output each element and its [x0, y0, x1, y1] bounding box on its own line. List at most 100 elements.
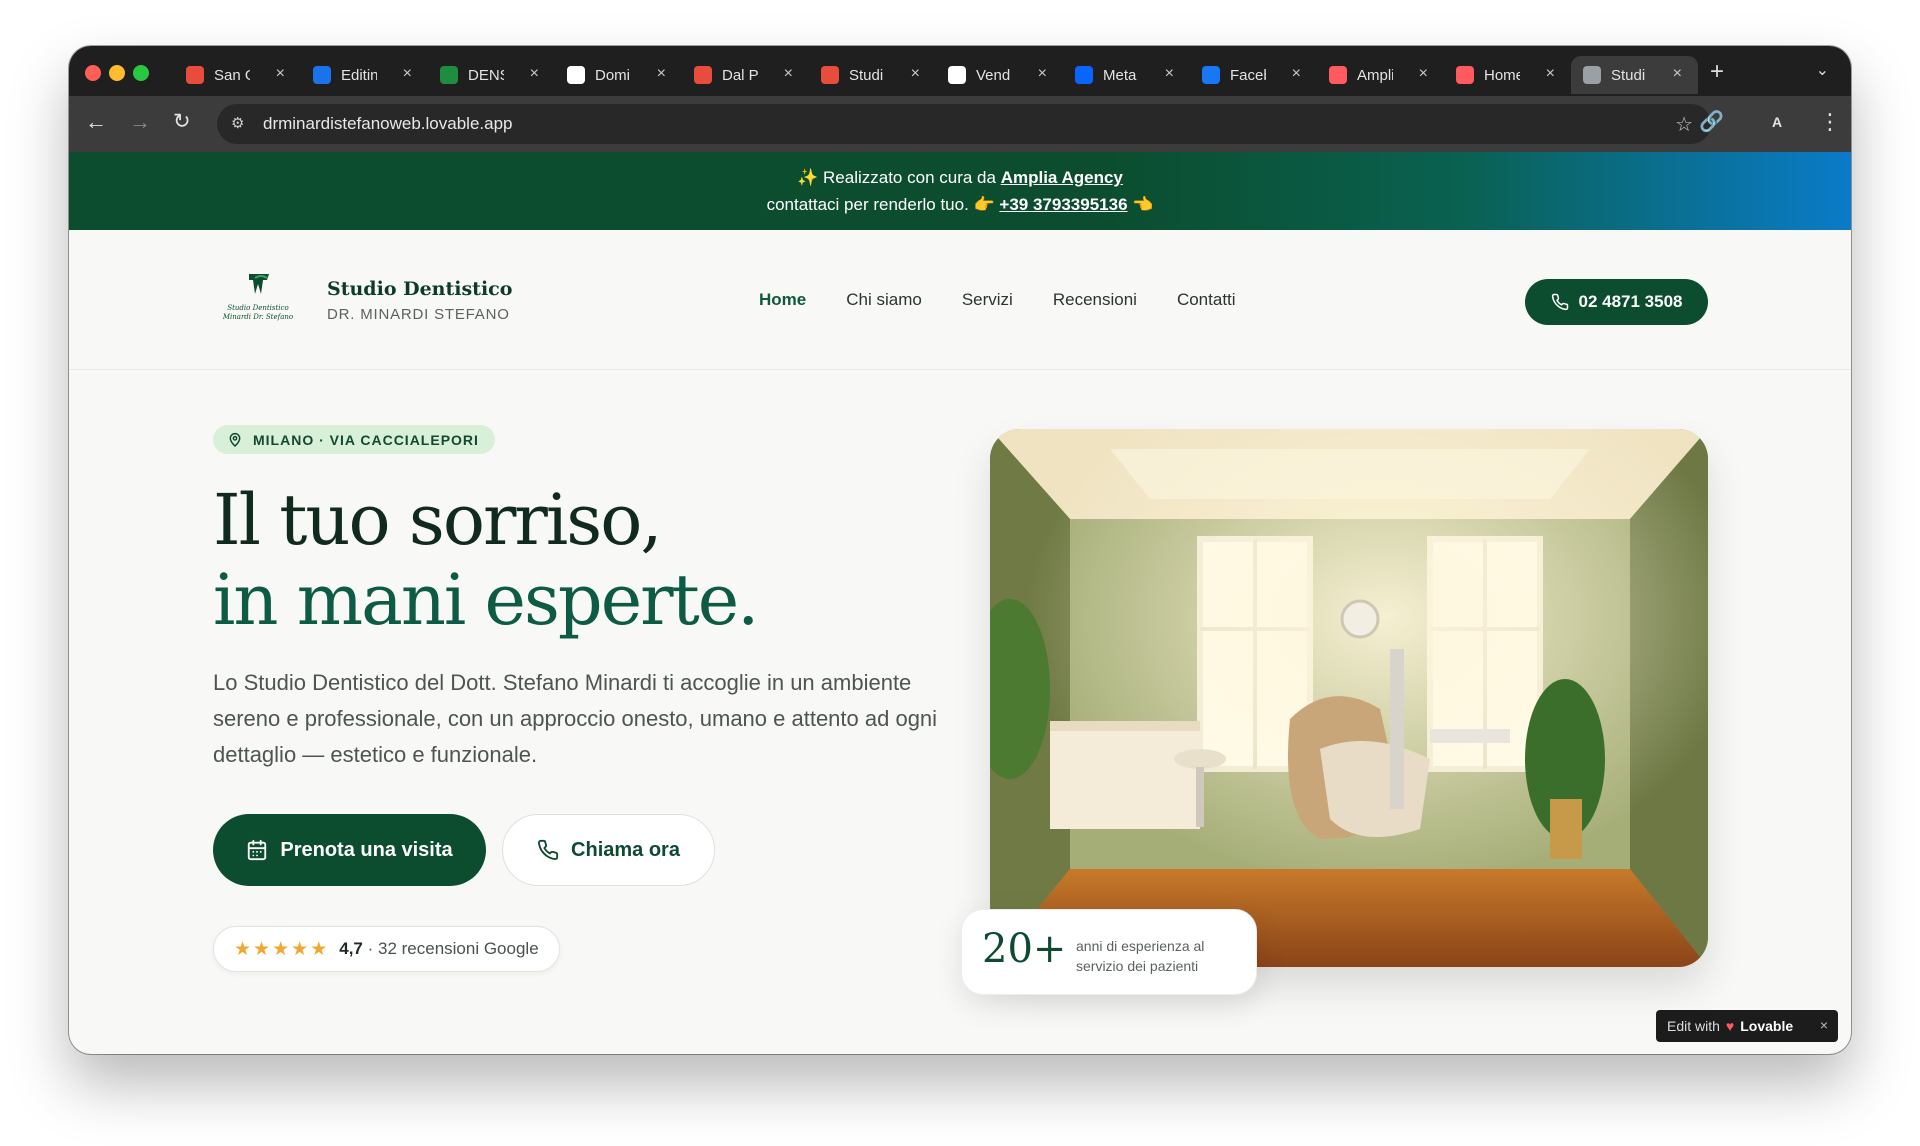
browser-tab[interactable]: San G × — [174, 56, 301, 94]
tab-close-icon[interactable]: × — [1165, 65, 1174, 83]
site-header: Studio Dentistico Minardi Dr. Stefano St… — [69, 230, 1851, 370]
dental-office-image — [990, 429, 1708, 967]
experience-text: anni di esperienza al servizio dei pazie… — [1076, 938, 1205, 974]
logo-text-1: Studio Dentistico — [227, 304, 288, 312]
browser-tab[interactable]: Studi × — [809, 56, 936, 94]
lovable-prefix: Edit with — [1667, 1018, 1720, 1034]
browser-tab[interactable]: Vend × — [936, 56, 1063, 94]
editor-icon — [313, 66, 331, 84]
back-arrow-icon[interactable]: ← — [85, 109, 107, 135]
browser-toolbar: ← → ↻ ⚙ drminardistefanoweb.lovable.app … — [69, 96, 1851, 152]
new-tab-button[interactable]: + — [1710, 58, 1724, 86]
browser-tab[interactable]: Domi × — [555, 56, 682, 94]
rating-count: · 32 recensioni Google — [367, 939, 539, 958]
bookmark-star-icon[interactable]: ☆ — [1675, 112, 1693, 137]
lovable-icon — [1329, 66, 1347, 84]
tabs: San G × Editin × DENS × Domi × Dal P × Studi × Vend ×… — [174, 52, 1698, 96]
browser-tab[interactable]: Dal P × — [682, 56, 809, 94]
main-nav: Home Chi siamo Servizi Recensioni Contat… — [759, 290, 1236, 310]
book-visit-label: Prenota una visita — [280, 838, 453, 861]
tab-close-icon[interactable]: × — [784, 65, 793, 83]
browser-menu-icon[interactable]: ⋮ — [1819, 109, 1841, 135]
browser-tab[interactable]: Faceb × — [1190, 56, 1317, 94]
browser-tab[interactable]: DENS × — [428, 56, 555, 94]
nav-home[interactable]: Home — [759, 290, 806, 310]
tab-title: Studi — [1611, 66, 1646, 84]
url-text[interactable]: drminardistefanoweb.lovable.app — [263, 114, 513, 134]
phone-icon — [1551, 293, 1568, 311]
book-visit-button[interactable]: Prenota una visita — [213, 814, 486, 886]
tab-title: DENS — [468, 66, 504, 84]
header-phone-label: 02 4871 3508 — [1578, 292, 1683, 311]
hero-description: Lo Studio Dentistico del Dott. Stefano M… — [213, 670, 938, 767]
forward-arrow-icon[interactable]: → — [129, 109, 151, 135]
star-icon: ★ — [310, 938, 328, 960]
tab-search-chevron-icon[interactable]: ⌄ — [1816, 60, 1829, 80]
google-rating-badge[interactable]: ★ ★ ★ ★ ★ 4,7 · 32 recensioni Google — [213, 926, 560, 972]
brand-name[interactable]: Studio Dentistico — [327, 278, 512, 300]
browser-tab[interactable]: Ampli × — [1317, 56, 1444, 94]
header-phone-button[interactable]: 02 4871 3508 — [1525, 279, 1708, 325]
location-text: MILANO · VIA CACCIALEPORI — [253, 431, 479, 448]
tab-close-icon[interactable]: × — [1038, 65, 1047, 83]
star-icon: ★ — [253, 938, 271, 960]
edit-with-lovable-badge[interactable]: Edit with ♥ Lovable × — [1656, 1010, 1838, 1042]
browser-tab[interactable]: Studi × — [1571, 56, 1698, 94]
tab-strip: San G × Editin × DENS × Domi × Dal P × Studi × Vend ×… — [69, 46, 1851, 96]
maximize-window-button[interactable] — [133, 65, 149, 81]
call-now-button[interactable]: Chiama ora — [502, 814, 715, 886]
nav-contatti[interactable]: Contatti — [1177, 290, 1236, 310]
tab-close-icon[interactable]: × — [276, 65, 285, 83]
tab-title: Dal P — [722, 66, 758, 84]
tab-close-icon[interactable]: × — [530, 65, 539, 83]
minimize-window-button[interactable] — [109, 65, 125, 81]
tab-close-icon[interactable]: × — [1546, 65, 1555, 83]
meta-icon — [1075, 66, 1093, 84]
logo[interactable]: Studio Dentistico Minardi Dr. Stefano — [219, 270, 297, 330]
address-bar[interactable]: ⚙ drminardistefanoweb.lovable.app ☆ — [217, 104, 1711, 144]
close-window-button[interactable] — [85, 65, 101, 81]
profile-icon[interactable]: A — [1772, 114, 1782, 130]
site-settings-icon[interactable]: ⚙ — [231, 114, 251, 134]
link-icon[interactable]: 🔗 — [1699, 109, 1724, 134]
hero-title: Il tuo sorriso, in mani esperte. — [213, 479, 759, 641]
experience-card: 20+ anni di esperienza al servizio dei p… — [961, 909, 1257, 995]
openai-icon — [948, 66, 966, 84]
nav-recensioni[interactable]: Recensioni — [1053, 290, 1137, 310]
tab-close-icon[interactable]: × — [403, 65, 412, 83]
brand-subtitle: DR. MINARDI STEFANO — [327, 306, 510, 323]
calendar-icon — [248, 839, 267, 861]
agency-link[interactable]: Amplia Agency — [1001, 168, 1123, 187]
location-badge: MILANO · VIA CACCIALEPORI — [213, 425, 495, 454]
browser-window: San G × Editin × DENS × Domi × Dal P × Studi × Vend ×… — [69, 46, 1851, 1054]
browser-tab[interactable]: Editin × — [301, 56, 428, 94]
hero-title-line-1: Il tuo sorriso, — [213, 479, 663, 561]
nav-chi-siamo[interactable]: Chi siamo — [846, 290, 922, 310]
nav-servizi[interactable]: Servizi — [962, 290, 1013, 310]
sparkle-icon: ✨ — [797, 168, 819, 187]
pointing-hand-icon: 👈 — [1132, 195, 1154, 214]
announcement-banner: ✨ Realizzato con cura da Amplia Agency c… — [69, 152, 1851, 230]
hero-title-line-2: in mani esperte. — [213, 559, 759, 641]
reload-icon[interactable]: ↻ — [173, 109, 191, 134]
star-icon: ★ — [234, 938, 252, 960]
tab-close-icon[interactable]: × — [657, 65, 666, 83]
tab-close-icon[interactable]: × — [1673, 65, 1682, 83]
rating-value: 4,7 — [339, 939, 363, 958]
tab-close-icon[interactable]: × — [911, 65, 920, 83]
lovable-heart-icon: ♥ — [1725, 1018, 1735, 1034]
maps-pin-icon — [694, 66, 712, 84]
browser-tab[interactable]: Meta × — [1063, 56, 1190, 94]
tab-close-icon[interactable]: × — [1292, 65, 1301, 83]
map-pin-icon — [229, 432, 241, 447]
tab-title: Faceb — [1230, 66, 1266, 84]
rating-stars: ★ ★ ★ ★ ★ — [234, 938, 327, 961]
close-icon[interactable]: × — [1820, 1017, 1828, 1033]
tab-close-icon[interactable]: × — [1419, 65, 1428, 83]
star-icon: ★ — [291, 938, 309, 960]
tab-title: Meta — [1103, 66, 1137, 84]
banner-phone-link[interactable]: +39 3793395136 — [999, 195, 1127, 214]
tab-title: Home — [1484, 66, 1520, 84]
browser-tab[interactable]: Home × — [1444, 56, 1571, 94]
tab-title: Domi — [595, 66, 631, 84]
